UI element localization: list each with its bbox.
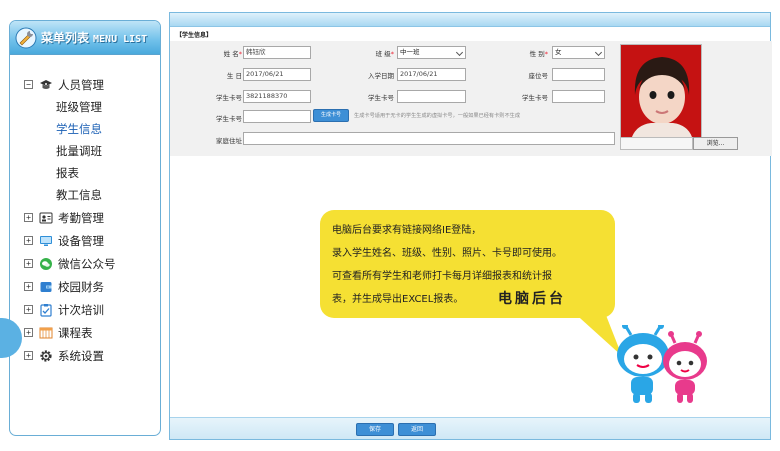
menu-item-wechat[interactable]: + 微信公众号: [10, 252, 160, 275]
monitor-icon: [38, 233, 53, 248]
collapse-icon[interactable]: −: [24, 80, 33, 89]
photo-file-field[interactable]: [620, 137, 693, 150]
expand-icon[interactable]: +: [24, 305, 33, 314]
required-mark: *: [544, 50, 548, 58]
main-topbar: [170, 13, 770, 27]
menu-item-training[interactable]: + 计次培训: [10, 298, 160, 321]
expand-icon[interactable]: +: [24, 259, 33, 268]
student-photo: [620, 44, 702, 139]
menu-item-label: 计次培训: [58, 302, 104, 317]
sidebar-header: 菜单列表 MENU LIST: [10, 21, 160, 55]
graduation-cap-icon: [38, 77, 53, 92]
submenu-item-staff-info[interactable]: 教工信息: [10, 184, 160, 206]
wrench-pencil-icon: [15, 27, 37, 48]
expand-icon[interactable]: +: [24, 236, 33, 245]
menu-item-label: 考勤管理: [58, 210, 104, 225]
save-button[interactable]: 保存: [356, 423, 394, 436]
menu-item-label: 微信公众号: [58, 256, 116, 271]
birthday-label: 生 日: [226, 72, 242, 80]
card-number-input-4[interactable]: [243, 110, 311, 123]
name-label: 姓 名*: [200, 48, 242, 58]
menu-item-label: 课程表: [58, 325, 93, 340]
birthday-input[interactable]: 2017/06/21: [243, 68, 311, 81]
class-select-value: 中一班: [400, 48, 420, 56]
name-label-text: 姓 名: [223, 50, 239, 58]
menu-item-schedule[interactable]: + 课程表: [10, 321, 160, 344]
callout-line-1: 电脑后台要求有链接网络IE登陆，: [332, 225, 482, 236]
submenu-item-student-info[interactable]: 学生信息: [10, 118, 160, 140]
enroll-date-input[interactable]: 2017/06/21: [397, 68, 466, 81]
chevron-down-icon: [455, 48, 464, 57]
gender-label-text: 性 别: [529, 50, 545, 58]
gender-select-value: 女: [555, 48, 562, 56]
menu-item-label: 人员管理: [58, 77, 104, 92]
card-number-input-3[interactable]: [552, 90, 605, 103]
menu-item-label: 系统设置: [58, 348, 104, 363]
card-number-label-4: 学生卡号: [216, 115, 242, 123]
sidebar-title: 菜单列表 MENU LIST: [41, 29, 147, 46]
required-mark: *: [390, 50, 394, 58]
menu-tree: − 人员管理 班级管理 学生信息 批量调班 报表 教工信息 + 考勤管理 + 设…: [10, 55, 160, 367]
menu-item-label: 设备管理: [58, 233, 104, 248]
card-number-label-3: 学生卡号: [522, 94, 548, 102]
address-label: 家庭住址: [216, 137, 242, 145]
menu-item-attendance[interactable]: + 考勤管理: [10, 206, 160, 229]
callout-line-3: 可查看所有学生和老师打卡每月详细报表和统计报: [332, 271, 552, 282]
expand-icon[interactable]: +: [24, 328, 33, 337]
child-portrait-image: [621, 45, 701, 138]
gear-icon: [38, 348, 53, 363]
back-button[interactable]: 返回: [398, 423, 436, 436]
class-label-text: 班 级: [375, 50, 391, 58]
menu-item-label: 校园财务: [58, 279, 104, 294]
student-form: 姓 名* 韩钰欣 班 级* 中一班 性 别* 女 生 日 2017/06/21 …: [170, 41, 772, 156]
card-number-input-1[interactable]: 3821188370: [243, 90, 311, 103]
sidebar-title-cn: 菜单列表: [41, 31, 90, 45]
card-number-label-1: 学生卡号: [216, 94, 242, 102]
expand-icon[interactable]: +: [24, 213, 33, 222]
menu-item-devices[interactable]: + 设备管理: [10, 229, 160, 252]
mascot-illustration: [617, 325, 707, 403]
seat-label: 座位号: [528, 72, 549, 80]
menu-item-settings[interactable]: + 系统设置: [10, 344, 160, 367]
expand-icon[interactable]: +: [24, 351, 33, 360]
chevron-down-icon: [594, 48, 603, 57]
generate-card-hint: 生成卡号适用于无卡的学生生成的虚拟卡号，一般如果已经有卡则不生成: [354, 113, 521, 119]
callout-line-2: 录入学生姓名、班级、性别、照片、卡号即可使用。: [332, 248, 562, 259]
action-bar: 保存 返回: [170, 417, 770, 439]
class-label: 班 级*: [350, 48, 394, 58]
wechat-icon: [38, 256, 53, 271]
wallet-icon: [38, 279, 53, 294]
seat-input[interactable]: [552, 68, 605, 81]
enroll-date-label: 入学日期: [368, 72, 394, 80]
expand-icon[interactable]: +: [24, 282, 33, 291]
calendar-grid-icon: [38, 325, 53, 340]
section-title: 【学生信息】: [176, 32, 213, 39]
submenu-item-batch-transfer[interactable]: 批量调班: [10, 140, 160, 162]
address-input[interactable]: [243, 132, 615, 145]
submenu-item-report[interactable]: 报表: [10, 162, 160, 184]
card-number-label-2: 学生卡号: [368, 94, 394, 102]
clipboard-icon: [38, 302, 53, 317]
class-select[interactable]: 中一班: [397, 46, 466, 59]
name-input[interactable]: 韩钰欣: [243, 46, 311, 59]
card-number-input-2[interactable]: [397, 90, 466, 103]
menu-item-finance[interactable]: + 校园财务: [10, 275, 160, 298]
id-card-icon: [38, 210, 53, 225]
browse-button[interactable]: 浏览...: [693, 137, 738, 150]
generate-card-button[interactable]: 生成卡号: [313, 109, 349, 122]
submenu-item-class-management[interactable]: 班级管理: [10, 96, 160, 118]
sidebar-title-en: MENU LIST: [93, 34, 148, 45]
sidebar: 菜单列表 MENU LIST − 人员管理 班级管理 学生信息 批量调班 报表 教…: [9, 20, 161, 436]
callout-brand: 电脑后台: [498, 291, 566, 307]
required-mark: *: [238, 50, 242, 58]
gender-label: 性 别*: [500, 48, 548, 58]
gender-select[interactable]: 女: [552, 46, 605, 59]
menu-item-personnel[interactable]: − 人员管理: [10, 73, 160, 96]
